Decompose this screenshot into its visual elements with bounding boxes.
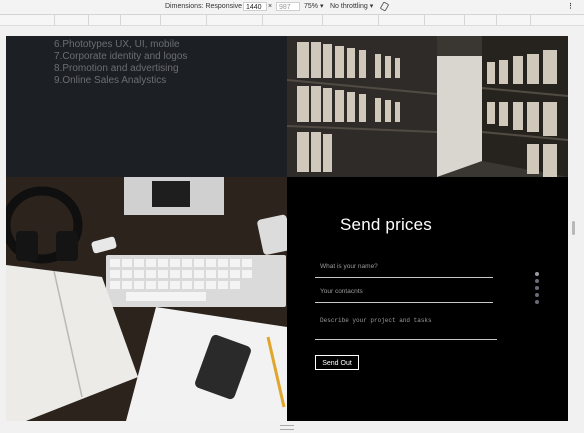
send-out-button[interactable]: Send Out — [315, 355, 359, 370]
project-textarea-underline — [315, 339, 497, 340]
dimension-separator: × — [268, 3, 273, 10]
resize-handle[interactable] — [572, 221, 575, 235]
services-tile: 6.Phototypes UX, UI, mobile 7.Corporate … — [6, 36, 287, 177]
desk-workspace-image — [6, 177, 287, 421]
rotate-icon[interactable] — [380, 1, 389, 15]
service-item: 8.Promotion and advertising — [54, 63, 179, 74]
service-item: 9.Online Sales Analystics — [54, 75, 167, 86]
dimensions-label: Dimensions: Responsive — [165, 3, 243, 10]
more-options-icon[interactable]: ⋮ — [567, 2, 574, 12]
viewport-resize-bar[interactable] — [571, 36, 577, 421]
contacts-input[interactable]: Your contacnts — [320, 288, 363, 295]
chevron-down-icon: ▾ — [319, 3, 324, 10]
zoom-dropdown[interactable]: 75% ▾ — [304, 2, 323, 12]
dimensions-dropdown[interactable]: Dimensions: Responsive ▾ — [165, 2, 248, 12]
bottom-resize-handle[interactable] — [280, 425, 294, 430]
zoom-label: 75% — [304, 3, 319, 10]
slider-dot[interactable] — [535, 293, 539, 297]
name-input[interactable]: What is your name? — [320, 263, 378, 270]
height-input[interactable]: 987 — [276, 2, 300, 11]
throttling-label: No throttling — [330, 3, 368, 10]
archive-shelves-image — [287, 36, 568, 177]
contact-form-section: Send prices What is your name? Your cont… — [287, 177, 568, 421]
name-input-underline — [315, 277, 493, 278]
contacts-input-underline — [315, 302, 493, 303]
form-title: Send prices — [340, 215, 432, 234]
service-item: 7.Corporate identity and logos — [54, 51, 188, 62]
slider-dot[interactable] — [535, 279, 539, 283]
slider-dot[interactable] — [535, 300, 539, 304]
service-item: 6.Phototypes UX, UI, mobile — [54, 39, 180, 50]
device-toolbar: Dimensions: Responsive ▾ 1440 × 987 75% … — [0, 0, 584, 15]
media-query-ruler — [0, 15, 584, 26]
slider-dots — [535, 272, 539, 307]
width-input[interactable]: 1440 — [243, 2, 267, 11]
project-textarea[interactable]: Describe your project and tasks — [320, 317, 432, 324]
throttling-dropdown[interactable]: No throttling ▾ — [330, 2, 373, 12]
chevron-down-icon: ▾ — [369, 3, 374, 10]
page-viewport: 6.Phototypes UX, UI, mobile 7.Corporate … — [6, 36, 568, 421]
slider-dot[interactable] — [535, 272, 539, 276]
slider-dot[interactable] — [535, 286, 539, 290]
